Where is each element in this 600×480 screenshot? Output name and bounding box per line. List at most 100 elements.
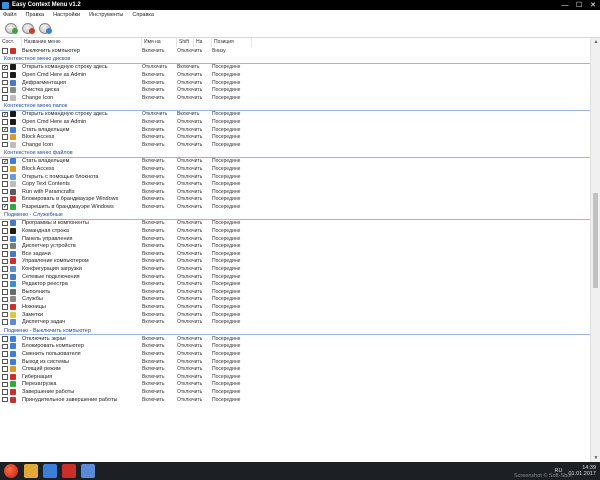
item-position-value[interactable]: Посередине xyxy=(212,64,252,70)
item-position-value[interactable]: Посередине xyxy=(212,134,252,140)
item-shift-value[interactable]: Отключить xyxy=(177,266,212,272)
item-enable-value[interactable]: Включить xyxy=(142,281,177,287)
scroll-thumb[interactable] xyxy=(593,193,598,288)
item-shift-value[interactable]: Отключить xyxy=(177,312,212,318)
explorer-icon[interactable] xyxy=(24,464,38,478)
item-shift-value[interactable]: Отключить xyxy=(177,48,212,54)
item-shift-value[interactable]: Отключить xyxy=(177,389,212,395)
list-item[interactable]: Спящий режим Включить Отключить Посередине xyxy=(0,365,590,373)
menu-help[interactable]: Справка xyxy=(132,12,154,18)
item-checkbox[interactable] xyxy=(2,64,8,71)
item-shift-value[interactable]: Отключить xyxy=(177,243,212,249)
item-shift-value[interactable]: Отключить xyxy=(177,397,212,403)
item-checkbox[interactable] xyxy=(2,79,8,86)
item-position-value[interactable]: Посередине xyxy=(212,142,252,148)
list-item[interactable]: Выключить компьютер Включить Отключить Вниз… xyxy=(0,47,590,55)
item-enable-value[interactable]: Включить xyxy=(142,236,177,242)
item-enable-value[interactable]: Включить xyxy=(142,48,177,54)
item-position-value[interactable]: Посередине xyxy=(212,228,252,234)
list-item[interactable]: Сменить пользователя Включить Отключить Пос… xyxy=(0,350,590,358)
item-enable-value[interactable]: Отключить xyxy=(142,64,177,70)
list-item[interactable]: Выполнить Включить Отключить Посередине xyxy=(0,288,590,296)
item-enable-value[interactable]: Включить xyxy=(142,312,177,318)
item-shift-value[interactable]: Отключить xyxy=(177,289,212,295)
item-position-value[interactable]: Посередине xyxy=(212,87,252,93)
item-checkbox[interactable] xyxy=(2,203,8,210)
list-item[interactable]: Открыть с помощью блокнота Включить Отключ… xyxy=(0,173,590,181)
item-position-value[interactable]: Посередине xyxy=(212,119,252,125)
item-position-value[interactable]: Внизу xyxy=(212,48,252,54)
item-position-value[interactable]: Посередине xyxy=(212,351,252,357)
item-checkbox[interactable] xyxy=(2,374,8,380)
item-shift-value[interactable]: Отключить xyxy=(177,189,212,195)
menu-tools[interactable]: Инструменты xyxy=(89,12,123,18)
item-checkbox[interactable] xyxy=(2,48,8,54)
item-checkbox[interactable] xyxy=(2,87,8,93)
item-shift-value[interactable]: Отключить xyxy=(177,142,212,148)
item-shift-value[interactable]: Отключить xyxy=(177,72,212,78)
list-item[interactable]: Выход из системы Включить Отключить Посеред… xyxy=(0,358,590,366)
list-item[interactable]: Сетевые подключения Включить Отключить Посе… xyxy=(0,273,590,281)
item-enable-value[interactable]: Включить xyxy=(142,397,177,403)
maximize-button[interactable]: ☐ xyxy=(572,0,586,10)
item-position-value[interactable]: Посередине xyxy=(212,319,252,325)
item-checkbox[interactable] xyxy=(2,158,8,165)
group-header[interactable]: Подменю - Выключить компьютер xyxy=(0,327,590,335)
item-shift-value[interactable]: Отключить xyxy=(177,336,212,342)
item-enable-value[interactable]: Включить xyxy=(142,87,177,93)
scroll-up-arrow-icon[interactable]: ▲ xyxy=(591,38,600,46)
list-item[interactable]: Принудительное завершение работы Включить… xyxy=(0,396,590,404)
item-checkbox[interactable] xyxy=(2,304,8,310)
item-enable-value[interactable]: Включить xyxy=(142,319,177,325)
item-position-value[interactable]: Посередине xyxy=(212,336,252,342)
item-enable-value[interactable]: Включить xyxy=(142,134,177,140)
item-checkbox[interactable] xyxy=(2,311,8,318)
group-header[interactable]: Контекстное меню файлов xyxy=(0,150,590,158)
item-checkbox[interactable] xyxy=(2,166,8,172)
item-enable-value[interactable]: Включить xyxy=(142,119,177,125)
item-enable-value[interactable]: Включить xyxy=(142,220,177,226)
item-shift-value[interactable]: Отключить xyxy=(177,174,212,180)
list-item[interactable]: Change Icon Включить Отключить Посередине xyxy=(0,94,590,102)
item-position-value[interactable]: Посередине xyxy=(212,204,252,210)
item-enable-value[interactable]: Включить xyxy=(142,289,177,295)
column-position[interactable]: Позиция xyxy=(212,38,252,47)
apply-changes-button[interactable] xyxy=(4,21,18,35)
item-enable-value[interactable]: Включить xyxy=(142,228,177,234)
item-checkbox[interactable] xyxy=(2,141,8,148)
item-enable-value[interactable]: Включить xyxy=(142,72,177,78)
item-enable-value[interactable]: Включить xyxy=(142,181,177,187)
scroll-down-arrow-icon[interactable]: ▼ xyxy=(591,454,600,462)
item-position-value[interactable]: Посередине xyxy=(212,95,252,101)
list-item[interactable]: Open Cmd Here as Admin Включить Отключить П… xyxy=(0,118,590,126)
item-shift-value[interactable]: Отключить xyxy=(177,134,212,140)
item-checkbox[interactable] xyxy=(2,319,8,325)
item-checkbox[interactable] xyxy=(2,181,8,187)
item-checkbox[interactable] xyxy=(2,220,8,227)
item-enable-value[interactable]: Включить xyxy=(142,243,177,249)
item-shift-value[interactable]: Отключить xyxy=(177,343,212,349)
list-item[interactable]: Заметки Включить Отключить Посередине xyxy=(0,311,590,319)
item-position-value[interactable]: Посередине xyxy=(212,72,252,78)
list-item[interactable]: Командная строка Включить Отключить Посеред… xyxy=(0,227,590,235)
item-enable-value[interactable]: Включить xyxy=(142,189,177,195)
item-shift-value[interactable]: Отключить xyxy=(177,258,212,264)
item-checkbox[interactable] xyxy=(2,366,8,372)
item-position-value[interactable]: Посередине xyxy=(212,296,252,302)
item-enable-value[interactable]: Включить xyxy=(142,80,177,86)
item-checkbox[interactable] xyxy=(2,228,8,234)
item-position-value[interactable]: Посередине xyxy=(212,181,252,187)
item-position-value[interactable]: Посередине xyxy=(212,381,252,387)
item-enable-value[interactable]: Включить xyxy=(142,296,177,302)
item-shift-value[interactable]: Отключить xyxy=(177,228,212,234)
item-enable-value[interactable]: Включить xyxy=(142,374,177,380)
item-enable-value[interactable]: Включить xyxy=(142,158,177,164)
item-enable-value[interactable]: Включить xyxy=(142,251,177,257)
item-checkbox[interactable] xyxy=(2,381,8,388)
item-shift-value[interactable]: Отключить xyxy=(177,196,212,202)
list-item[interactable]: Завершение работы Включить Отключить Посере… xyxy=(0,388,590,396)
column-on[interactable]: На xyxy=(194,38,212,47)
item-position-value[interactable]: Посередине xyxy=(212,304,252,310)
item-position-value[interactable]: Посередине xyxy=(212,359,252,365)
item-enable-value[interactable]: Включить xyxy=(142,127,177,133)
